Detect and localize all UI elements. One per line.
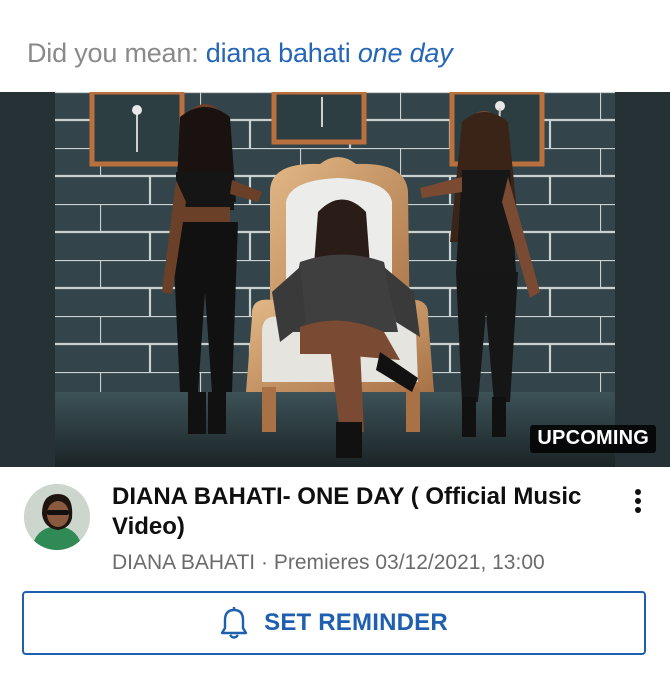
did-you-mean-prefix: Did you mean: xyxy=(27,38,206,68)
video-title[interactable]: DIANA BAHATI- ONE DAY ( Official Music V… xyxy=(112,482,602,542)
more-vert-icon xyxy=(635,489,641,513)
suggested-query-plain[interactable]: diana bahati xyxy=(206,38,351,68)
video-thumbnail[interactable]: UPCOMING xyxy=(0,92,670,467)
set-reminder-button[interactable]: SET REMINDER xyxy=(22,591,646,655)
video-meta: DIANA BAHATI · Premieres 03/12/2021, 13:… xyxy=(112,551,545,575)
set-reminder-label: SET REMINDER xyxy=(264,609,448,636)
suggested-query-italic[interactable]: one day xyxy=(358,38,453,68)
channel-name[interactable]: DIANA BAHATI xyxy=(112,551,255,574)
upcoming-badge: UPCOMING xyxy=(530,425,656,453)
did-you-mean-suggestion: Did you mean: diana bahati one day xyxy=(27,38,453,69)
suggested-query-link[interactable]: diana bahati one day xyxy=(206,38,453,68)
thumbnail-image xyxy=(0,92,670,467)
more-options-button[interactable] xyxy=(622,484,654,518)
meta-separator: · xyxy=(255,551,274,574)
channel-avatar[interactable] xyxy=(24,484,90,550)
avatar-image xyxy=(24,484,90,550)
premiere-time: Premieres 03/12/2021, 13:00 xyxy=(273,551,545,574)
bell-icon xyxy=(220,607,248,639)
